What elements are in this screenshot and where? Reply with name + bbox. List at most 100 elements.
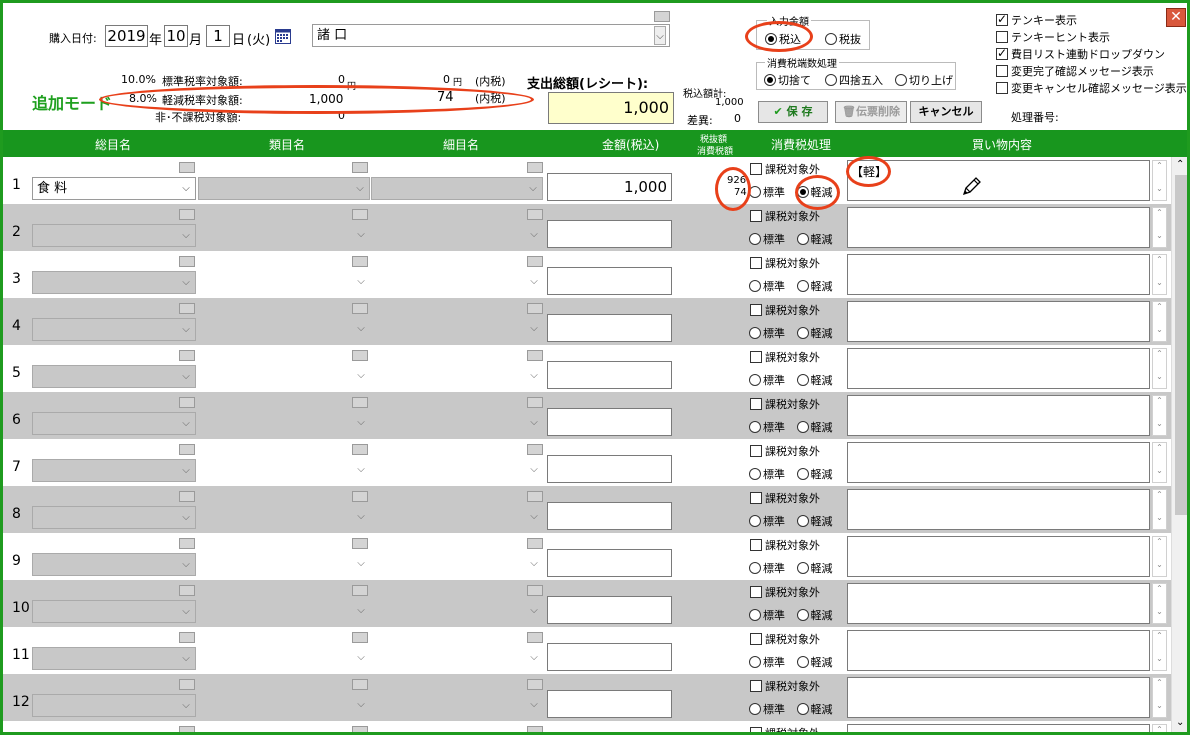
total-item-handle[interactable] (179, 350, 195, 361)
option-linked-dropdown-checkbox[interactable] (996, 46, 1008, 60)
category-select[interactable]: ⌵ (198, 600, 370, 623)
total-input[interactable]: 1,000 (548, 92, 674, 124)
scroll-up-icon[interactable]: ⌃ (1176, 159, 1184, 170)
save-button[interactable]: ✔ 保 存 (758, 101, 828, 123)
memo-scroll-up-icon[interactable]: ⌃ (1153, 725, 1166, 732)
radio-standard[interactable]: 標準 (749, 327, 785, 340)
radio-standard-indicator[interactable] (749, 421, 761, 433)
category-handle[interactable] (352, 585, 368, 596)
memo-scroll-up-icon[interactable]: ⌃ (1153, 537, 1166, 546)
chevron-down-icon[interactable]: ⌵ (180, 319, 192, 340)
payee-dropdown-handle[interactable] (654, 11, 670, 22)
category-handle[interactable] (352, 256, 368, 267)
cancel-button[interactable]: キャンセル (910, 101, 982, 123)
scroll-thumb[interactable] (1175, 175, 1187, 515)
memo-scroll-down-icon[interactable]: ⌄ (1153, 701, 1166, 710)
category-handle[interactable] (352, 679, 368, 690)
chevron-down-icon[interactable]: ⌵ (355, 694, 367, 715)
radio-tax-included-indicator[interactable] (765, 33, 777, 45)
radio-reduced-indicator[interactable] (796, 233, 809, 245)
radio-standard[interactable]: 標準 (749, 562, 785, 575)
tax-exempt-checkbox[interactable] (750, 210, 762, 222)
radio-standard-indicator[interactable] (749, 609, 761, 621)
chevron-down-icon[interactable]: ⌵ (180, 366, 192, 387)
memo-scroll-down-icon[interactable]: ⌄ (1153, 372, 1166, 381)
amount-input[interactable] (547, 314, 672, 342)
category-handle[interactable] (352, 350, 368, 361)
memo-textarea[interactable] (847, 207, 1150, 248)
option-change-confirm[interactable]: 変更完了確認メッセージ表示 (996, 63, 1187, 80)
radio-reduced-indicator[interactable] (796, 421, 809, 433)
radio-reduced[interactable]: 軽減 (796, 468, 833, 481)
category-select[interactable]: ⌵ (198, 459, 370, 482)
total-item-handle[interactable] (179, 538, 195, 549)
memo-scrollbar[interactable]: ⌃⌄ (1152, 254, 1167, 295)
tax-exempt-toggle[interactable]: 課税対象外 (750, 349, 820, 365)
chevron-down-icon[interactable]: ⌵ (180, 225, 192, 246)
chevron-down-icon[interactable]: ⌵ (354, 178, 366, 199)
option-change-confirm-checkbox[interactable] (996, 65, 1008, 77)
tax-exempt-toggle[interactable]: 課税対象外 (750, 396, 820, 412)
category-handle[interactable] (352, 162, 368, 173)
option-cancel-confirm[interactable]: 変更キャンセル確認メッセージ表示 (996, 80, 1187, 97)
detail-select[interactable]: ⌵ (371, 506, 543, 529)
memo-scroll-down-icon[interactable]: ⌄ (1153, 184, 1166, 193)
radio-tax-excluded-indicator[interactable] (825, 33, 837, 45)
tax-exempt-toggle[interactable]: 課税対象外 (750, 631, 820, 647)
radio-reduced-indicator[interactable] (796, 327, 809, 339)
radio-reduced-indicator[interactable] (796, 186, 809, 198)
detail-handle[interactable] (527, 726, 543, 732)
memo-scroll-up-icon[interactable]: ⌃ (1153, 208, 1166, 217)
radio-standard[interactable]: 標準 (749, 374, 785, 387)
option-tenkey-hint[interactable]: テンキーヒント表示 (996, 29, 1187, 46)
radio-standard[interactable]: 標準 (749, 703, 785, 716)
payee-select[interactable]: 諸 口 ⌵ (312, 24, 670, 47)
radio-reduced-indicator[interactable] (796, 703, 809, 715)
tax-exempt-toggle[interactable]: 課税対象外 (750, 302, 820, 318)
memo-scrollbar[interactable]: ⌃⌄ (1152, 301, 1167, 342)
category-handle[interactable] (352, 397, 368, 408)
radio-standard-indicator[interactable] (749, 327, 761, 339)
total-item-select[interactable]: ⌵ (32, 224, 196, 247)
chevron-down-icon[interactable]: ⌵ (355, 365, 367, 386)
memo-textarea[interactable] (847, 254, 1150, 295)
radio-standard[interactable]: 標準 (749, 468, 785, 481)
tax-exempt-toggle[interactable]: 課税対象外 (750, 537, 820, 553)
radio-standard-indicator[interactable] (749, 280, 761, 292)
memo-scrollbar[interactable]: ⌃⌄ (1152, 442, 1167, 483)
category-select[interactable]: ⌵ (198, 694, 370, 717)
total-item-handle[interactable] (179, 444, 195, 455)
memo-scrollbar[interactable]: ⌃⌄ (1152, 207, 1167, 248)
radio-reduced[interactable]: 軽減 (796, 609, 833, 622)
memo-scroll-down-icon[interactable]: ⌄ (1153, 231, 1166, 240)
radio-round-down-indicator[interactable] (764, 74, 776, 86)
total-item-select[interactable]: ⌵ (32, 694, 196, 717)
total-item-handle[interactable] (179, 256, 195, 267)
category-select[interactable]: ⌵ (198, 506, 370, 529)
memo-scrollbar[interactable]: ⌃⌄ (1152, 630, 1167, 671)
radio-standard[interactable]: 標準 (749, 515, 785, 528)
tax-exempt-toggle[interactable]: 課税対象外 (750, 725, 820, 732)
detail-select[interactable]: ⌵ (371, 271, 543, 294)
chevron-down-icon[interactable]: ⌵ (528, 318, 540, 339)
radio-standard-indicator[interactable] (749, 233, 761, 245)
detail-handle[interactable] (527, 303, 543, 314)
amount-input[interactable] (547, 502, 672, 530)
radio-standard-indicator[interactable] (749, 468, 761, 480)
memo-scroll-up-icon[interactable]: ⌃ (1153, 678, 1166, 687)
total-item-handle[interactable] (179, 679, 195, 690)
memo-textarea[interactable] (847, 395, 1150, 436)
chevron-down-icon[interactable]: ⌵ (528, 694, 540, 715)
chevron-down-icon[interactable]: ⌵ (180, 272, 192, 293)
memo-scroll-up-icon[interactable]: ⌃ (1153, 302, 1166, 311)
memo-textarea[interactable] (847, 348, 1150, 389)
total-item-handle[interactable] (179, 162, 195, 173)
radio-round-up-indicator[interactable] (895, 74, 907, 86)
memo-scrollbar[interactable]: ⌃⌄ (1152, 348, 1167, 389)
radio-reduced-indicator[interactable] (796, 468, 809, 480)
total-item-handle[interactable] (179, 585, 195, 596)
tax-exempt-checkbox[interactable] (750, 445, 762, 457)
memo-scroll-down-icon[interactable]: ⌄ (1153, 560, 1166, 569)
chevron-down-icon[interactable]: ⌵ (654, 26, 666, 45)
radio-reduced[interactable]: 軽減 (796, 186, 833, 199)
